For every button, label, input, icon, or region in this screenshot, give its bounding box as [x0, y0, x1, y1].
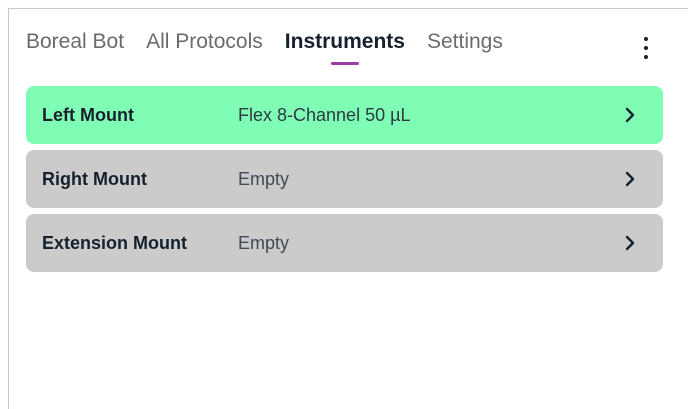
top-navigation: Boreal Bot All Protocols Instruments Set…	[26, 28, 503, 68]
mount-instrument: Flex 8-Channel 50 µL	[238, 105, 411, 125]
menu-dot	[644, 46, 648, 50]
chevron-right-icon	[623, 107, 637, 123]
menu-dot	[644, 37, 648, 41]
tab-label: Instruments	[284, 30, 405, 53]
mount-name: Extension Mount	[42, 233, 187, 253]
mount-row-right[interactable]: Right Mount Empty	[26, 150, 663, 208]
active-tab-indicator	[330, 62, 359, 65]
tab-label: Settings	[426, 30, 503, 53]
menu-dot	[644, 55, 648, 59]
mount-instrument: Empty	[238, 169, 290, 189]
tab-instruments[interactable]: Instruments	[284, 28, 405, 65]
mount-row-extension[interactable]: Extension Mount Empty	[26, 214, 663, 272]
mount-name: Right Mount	[42, 169, 147, 189]
tab-label: All Protocols	[146, 30, 263, 53]
mount-name: Left Mount	[42, 105, 134, 125]
mount-instrument: Empty	[238, 233, 290, 253]
more-vertical-icon[interactable]	[636, 30, 656, 66]
tab-all-protocols[interactable]: All Protocols	[146, 28, 263, 56]
instrument-mount-list: Left Mount Flex 8-Channel 50 µL Right Mo…	[26, 86, 663, 272]
tab-settings[interactable]: Settings	[427, 28, 503, 56]
tab-boreal-bot[interactable]: Boreal Bot	[26, 28, 124, 56]
mount-row-left[interactable]: Left Mount Flex 8-Channel 50 µL	[26, 86, 663, 144]
chevron-right-icon	[623, 235, 637, 251]
chevron-right-icon	[623, 171, 637, 187]
tab-label: Boreal Bot	[26, 30, 125, 53]
